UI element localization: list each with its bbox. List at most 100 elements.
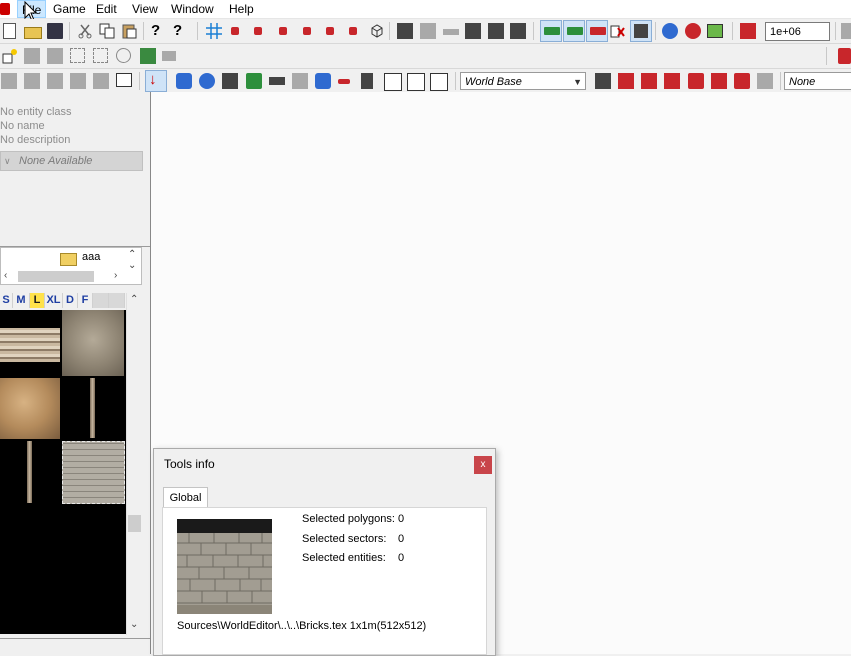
- entity-tool-5-icon[interactable]: [688, 73, 704, 89]
- entity-class-label: No entity class: [0, 106, 72, 118]
- gate-icon[interactable]: [292, 73, 308, 89]
- world-base-dropdown[interactable]: World Base ▼: [460, 72, 586, 90]
- scroll-up-icon[interactable]: ⌃: [130, 294, 138, 305]
- scale-icon[interactable]: [303, 27, 311, 35]
- paste-brush-icon[interactable]: [430, 73, 448, 91]
- browser-tree[interactable]: aaa ⌃ ⌄ ‹ ›: [0, 247, 142, 285]
- ruler-icon[interactable]: [443, 29, 459, 35]
- copy-icon[interactable]: [99, 23, 115, 39]
- size-tab-m[interactable]: M: [13, 293, 30, 308]
- mirror-icon[interactable]: [326, 27, 334, 35]
- texture-thumb-stone[interactable]: [62, 310, 124, 376]
- save-icon[interactable]: [47, 23, 63, 39]
- landscape-icon[interactable]: [707, 24, 723, 38]
- size-tab-d[interactable]: D: [63, 293, 78, 308]
- scroll-left-icon[interactable]: ‹: [4, 270, 7, 281]
- scrollbar-thumb[interactable]: [128, 515, 141, 532]
- size-tab-s[interactable]: S: [0, 293, 13, 308]
- menu-game[interactable]: Game: [49, 0, 90, 18]
- world-map-icon[interactable]: [140, 48, 156, 64]
- texture-thumbnail-grid: [0, 310, 126, 634]
- entity-extra-icon[interactable]: [838, 48, 851, 64]
- entity-tool-3-icon[interactable]: [641, 73, 657, 89]
- texture-thumb-bricks[interactable]: [62, 441, 125, 504]
- camera-icon[interactable]: [465, 23, 481, 39]
- view-perspective-icon[interactable]: [1, 73, 17, 89]
- context-help-icon[interactable]: ?: [173, 23, 189, 39]
- tree-horizontal-scrollbar[interactable]: ‹ ›: [1, 269, 126, 284]
- zoom-value-field[interactable]: 1e+06: [765, 22, 830, 41]
- copy-brush-icon[interactable]: [407, 73, 425, 91]
- layer-1-button[interactable]: [540, 20, 562, 42]
- entity-tool-1-icon[interactable]: [595, 73, 611, 89]
- connect-icon[interactable]: [338, 79, 350, 84]
- entity-class-dropdown[interactable]: None Available: [784, 72, 851, 106]
- close-button[interactable]: x: [474, 456, 492, 474]
- measure-icon[interactable]: [420, 23, 436, 39]
- menu-help[interactable]: Help: [225, 0, 258, 18]
- texture-thumb-pole-2[interactable]: [27, 441, 32, 503]
- anchor-icon[interactable]: [222, 73, 238, 89]
- globe-icon[interactable]: [662, 23, 678, 39]
- magnet-icon[interactable]: [199, 73, 215, 89]
- brush-icon[interactable]: [384, 73, 402, 91]
- open-folder-icon[interactable]: [24, 27, 42, 39]
- snap-icon[interactable]: [231, 27, 239, 35]
- texture-thumb-border[interactable]: [0, 328, 60, 362]
- paste-icon[interactable]: [121, 23, 137, 39]
- entity-property-dropdown[interactable]: ∨ None Available: [0, 151, 143, 171]
- window-icon[interactable]: [116, 73, 132, 87]
- view-front-icon[interactable]: [47, 73, 63, 89]
- new-document-icon[interactable]: [3, 23, 16, 39]
- texture-thumb-pole-1[interactable]: [90, 378, 95, 438]
- stamp-icon[interactable]: [510, 23, 526, 39]
- entity-tool-6-icon[interactable]: [711, 73, 727, 89]
- new-entity-icon[interactable]: [2, 48, 18, 64]
- entity-tool-8-icon[interactable]: [757, 73, 773, 89]
- grid-icon[interactable]: [206, 23, 222, 39]
- eye-icon[interactable]: [176, 73, 192, 89]
- menu-window[interactable]: Window: [167, 0, 218, 18]
- cube-icon[interactable]: [369, 23, 385, 39]
- split-icon[interactable]: [361, 73, 373, 89]
- house-icon[interactable]: [740, 23, 756, 39]
- layer-3-button[interactable]: [586, 20, 608, 42]
- menu-view[interactable]: View: [128, 0, 162, 18]
- view-side-icon[interactable]: [70, 73, 86, 89]
- move-icon[interactable]: [254, 27, 262, 35]
- scrollbar-thumb[interactable]: [18, 271, 94, 282]
- entity-tool-7-icon[interactable]: [734, 73, 750, 89]
- watch-icon[interactable]: [315, 73, 331, 89]
- menu-edit[interactable]: Edit: [92, 0, 121, 18]
- drop-button[interactable]: ↓: [145, 70, 167, 92]
- more-tools-icon[interactable]: [841, 23, 851, 39]
- size-tab-l[interactable]: L: [30, 293, 45, 308]
- texture-mode-button[interactable]: [630, 20, 652, 42]
- texture-thumb-sand[interactable]: [0, 378, 60, 439]
- scroll-up-icon[interactable]: ⌃: [128, 249, 136, 260]
- layer-2-button[interactable]: [563, 20, 585, 42]
- tree-folder-label[interactable]: aaa: [82, 251, 100, 263]
- entity-tool-4-icon[interactable]: [664, 73, 680, 89]
- view-top-icon[interactable]: [24, 73, 40, 89]
- clone-icon[interactable]: [349, 27, 357, 35]
- picture-icon[interactable]: [488, 23, 504, 39]
- size-tab-f[interactable]: F: [78, 293, 93, 308]
- scroll-down-icon[interactable]: ⌄: [128, 260, 136, 271]
- csg-icon[interactable]: [397, 23, 413, 39]
- scroll-down-icon[interactable]: ⌄: [130, 619, 138, 630]
- cut-icon[interactable]: [77, 23, 93, 39]
- hide-layer-icon[interactable]: [609, 23, 625, 39]
- size-tab-xl[interactable]: XL: [45, 293, 63, 308]
- path-icon[interactable]: [269, 77, 285, 85]
- selection-box-icon: [93, 48, 108, 63]
- node-icon[interactable]: [246, 73, 262, 89]
- terrain-icon[interactable]: [685, 23, 701, 39]
- entity-tool-2-icon[interactable]: [618, 73, 634, 89]
- help-icon[interactable]: ?: [151, 23, 167, 39]
- view-iso-icon[interactable]: [93, 73, 109, 89]
- rotate-icon[interactable]: [279, 27, 287, 35]
- tab-global[interactable]: Global: [163, 487, 208, 508]
- thumbnail-vertical-scrollbar[interactable]: ⌃ ⌄: [126, 293, 143, 635]
- scroll-right-icon[interactable]: ›: [114, 270, 117, 281]
